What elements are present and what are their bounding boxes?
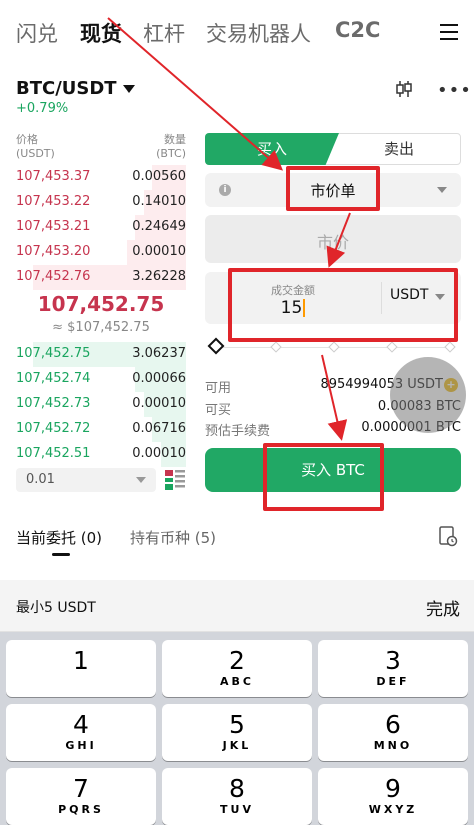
annotation-arrows: [107, 17, 351, 441]
